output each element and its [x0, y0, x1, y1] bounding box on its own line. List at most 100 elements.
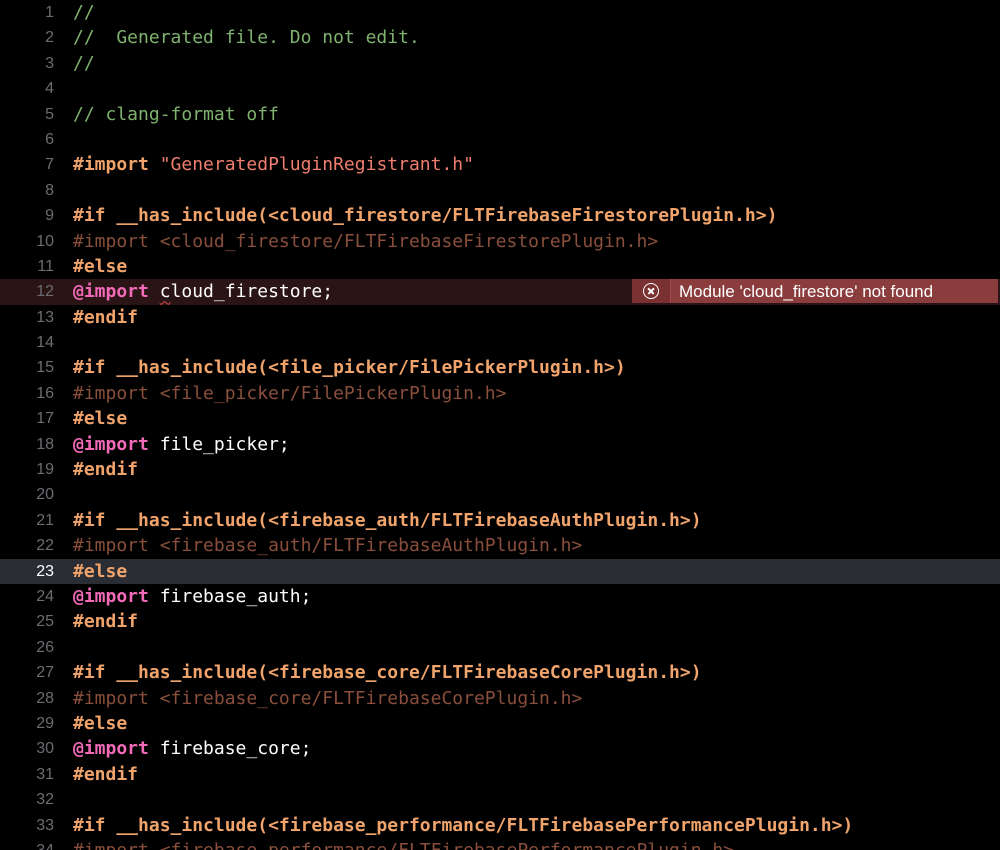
code-line[interactable]: 19 #endif [0, 457, 1000, 482]
line-number: 11 [37, 257, 54, 275]
code-line[interactable]: 4 [0, 76, 1000, 101]
code-text: // clang-format off [73, 102, 279, 127]
code-text: #if __has_include(<firebase_performance/… [73, 813, 853, 838]
token-directive: #import [73, 154, 160, 176]
token-directive: #endif [73, 763, 139, 785]
line-number: 26 [36, 638, 54, 656]
code-line[interactable]: 6 [0, 127, 1000, 152]
line-number: 20 [36, 486, 54, 504]
code-text: #import <firebase_core/FLTFirebaseCorePl… [73, 686, 582, 711]
code-line[interactable]: 18 @import file_picker; [0, 432, 1000, 457]
code-text: #endif [73, 457, 138, 482]
token-plain: file_picker; [148, 433, 290, 455]
code-line[interactable]: 8 [0, 178, 1000, 203]
code-line[interactable]: 26 [0, 635, 1000, 660]
code-line[interactable]: 1 // [0, 0, 1000, 25]
token-comment: // clang-format off [73, 103, 279, 125]
token-keyword: @import [73, 738, 149, 760]
code-line[interactable]: 3 // [0, 51, 1000, 76]
line-number: 21 [36, 511, 54, 529]
code-line[interactable]: 12 @import cloud_firestore; Module 'cloud_… [0, 279, 1000, 305]
code-line[interactable]: 14 [0, 330, 1000, 355]
code-text: #import <file_picker/FilePickerPlugin.h> [73, 381, 506, 406]
token-comment: // Generated file. Do not edit. [73, 27, 420, 49]
code-line[interactable]: 24 @import firebase_auth; [0, 584, 1000, 609]
token-directive: #endif [73, 611, 139, 633]
code-line[interactable]: 7 #import "GeneratedPluginRegistrant.h" [0, 152, 1000, 177]
code-line[interactable]: 5 // clang-format off [0, 102, 1000, 127]
token-directive: #else [73, 255, 128, 277]
code-line[interactable]: 20 [0, 482, 1000, 507]
code-line[interactable]: 9 #if __has_include(<cloud_firestore/FLTF… [0, 203, 1000, 228]
code-text: #if __has_include(<firebase_core/FLTFire… [73, 660, 702, 685]
line-number: 7 [45, 156, 54, 174]
code-line[interactable]: 25 #endif [0, 609, 1000, 634]
token-plain: firebase_core; [148, 738, 312, 760]
code-line[interactable]: 28 #import <firebase_core/FLTFirebaseCore… [0, 686, 1000, 711]
code-text: // [73, 0, 95, 25]
line-number: 31 [36, 765, 54, 783]
code-line[interactable]: 15 #if __has_include(<file_picker/FilePic… [0, 355, 1000, 380]
line-number: 30 [36, 740, 54, 758]
line-number: 15 [36, 359, 54, 377]
code-text: #if __has_include(<file_picker/FilePicke… [73, 355, 626, 380]
token-directive: #else [73, 408, 128, 430]
code-text: #else [73, 559, 127, 584]
token-directive: #if __has_include(<file_picker/FilePicke… [73, 357, 626, 379]
line-number: 32 [36, 791, 54, 809]
error-icon-container[interactable] [632, 279, 671, 304]
line-number: 4 [45, 80, 54, 98]
line-number: 19 [36, 461, 54, 479]
code-line[interactable]: 27 #if __has_include(<firebase_core/FLTFi… [0, 660, 1000, 685]
code-line[interactable]: 10 #import <cloud_firestore/FLTFirebaseFi… [0, 229, 1000, 254]
error-banner[interactable]: Module 'cloud_firestore' not found [632, 279, 998, 304]
line-number: 16 [36, 384, 54, 402]
code-text: #if __has_include(<cloud_firestore/FLTFi… [73, 203, 777, 228]
line-number: 6 [45, 130, 54, 148]
token-inactive: #import <firebase_performance/FLTFirebas… [73, 840, 734, 850]
code-text: // [73, 51, 95, 76]
code-text: @import firebase_auth; [73, 584, 311, 609]
code-text: @import cloud_firestore; [73, 279, 333, 304]
code-line[interactable]: 17 #else [0, 406, 1000, 431]
code-line[interactable]: 33 #if __has_include(<firebase_performanc… [0, 813, 1000, 838]
code-line[interactable]: 34 #import <firebase_performance/FLTFireb… [0, 838, 1000, 850]
code-text: #import <firebase_performance/FLTFirebas… [73, 838, 734, 850]
line-number: 23 [36, 562, 54, 580]
line-number: 18 [36, 435, 54, 453]
line-number: 33 [36, 816, 54, 834]
code-line[interactable]: 29 #else [0, 711, 1000, 736]
code-line[interactable]: 30 @import firebase_core; [0, 736, 1000, 761]
code-text: #import <cloud_firestore/FLTFirebaseFire… [73, 229, 658, 254]
line-number: 13 [36, 308, 54, 326]
code-line[interactable]: 31 #endif [0, 762, 1000, 787]
token-directive: #if __has_include(<firebase_core/FLTFire… [73, 662, 702, 684]
code-line[interactable]: 32 [0, 787, 1000, 812]
token-keyword: @import [73, 585, 149, 607]
token-string: "GeneratedPluginRegistrant.h" [159, 154, 474, 176]
token-keyword: @import [73, 281, 149, 303]
token-inactive: #import <firebase_auth/FLTFirebaseAuthPl… [73, 535, 583, 557]
line-number: 29 [36, 714, 54, 732]
line-number: 25 [36, 613, 54, 631]
code-line[interactable]: 22 #import <firebase_auth/FLTFirebaseAuth… [0, 533, 1000, 558]
code-line[interactable]: 21 #if __has_include(<firebase_auth/FLTFi… [0, 508, 1000, 533]
code-text: #else [73, 254, 127, 279]
code-text: #if __has_include(<firebase_auth/FLTFire… [73, 508, 702, 533]
code-line[interactable]: 23 #else [0, 558, 1000, 584]
token-directive: #if __has_include(<firebase_auth/FLTFire… [73, 509, 702, 531]
line-number: 22 [36, 537, 54, 555]
code-text: #endif [73, 609, 138, 634]
line-number: 8 [45, 181, 54, 199]
token-directive: #else [73, 712, 128, 734]
code-line[interactable]: 16 #import <file_picker/FilePickerPlugin.… [0, 381, 1000, 406]
code-line[interactable]: 11 #else [0, 254, 1000, 279]
code-text: #else [73, 711, 127, 736]
token-directive: #if __has_include(<cloud_firestore/FLTFi… [73, 205, 778, 227]
token-plain: loud_firestore; [170, 281, 334, 303]
code-line[interactable]: 13 #endif [0, 305, 1000, 330]
code-editor[interactable]: 1 // 2 // Generated file. Do not edit. 3 // 4 5… [0, 0, 1000, 850]
code-line[interactable]: 2 // Generated file. Do not edit. [0, 25, 1000, 50]
line-number: 27 [36, 664, 54, 682]
